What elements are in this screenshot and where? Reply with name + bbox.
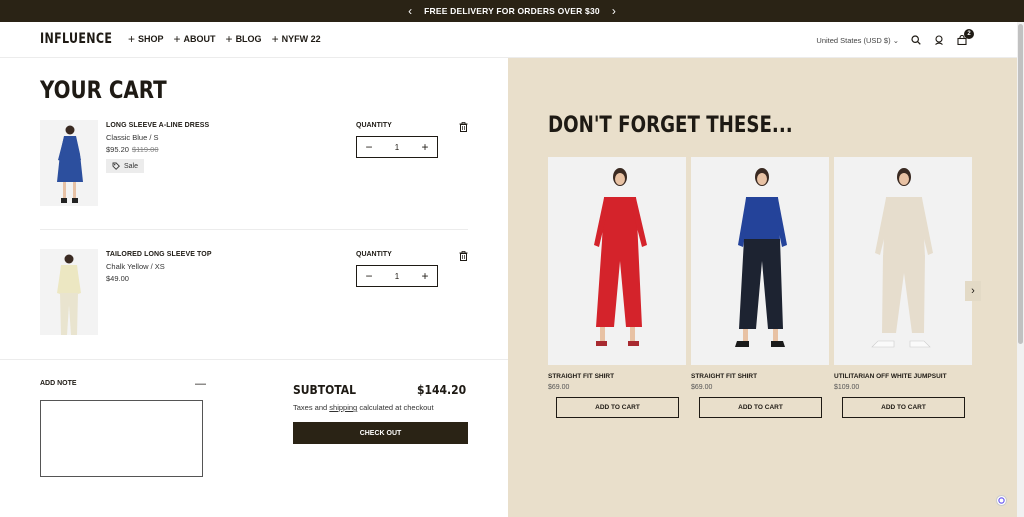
page-title: YOUR CART	[40, 76, 167, 104]
scrollbar[interactable]	[1017, 22, 1024, 517]
product-card: STRAIGHT FIT SHIRT $69.00 ADD TO CART	[548, 157, 686, 418]
cart-icon[interactable]: 2	[956, 29, 974, 46]
plus-icon: +	[225, 32, 233, 46]
tax-note-prefix: Taxes and	[293, 403, 330, 412]
main-nav: + SHOP + ABOUT + BLOG + NYFW 22	[128, 32, 321, 46]
cart-line-item: TAILORED LONG SLEEVE TOP Chalk Yellow / …	[40, 249, 468, 339]
product-price: $69.00	[548, 384, 570, 391]
site-header: INFLUENCE + SHOP + ABOUT + BLOG + NYFW 22 Un…	[0, 22, 1017, 58]
plus-icon: +	[173, 32, 181, 46]
shipping-link[interactable]: shipping	[329, 403, 357, 412]
quantity-label: QUANTITY	[356, 251, 392, 258]
quantity-label: QUANTITY	[356, 122, 392, 129]
logo[interactable]: INFLUENCE	[40, 31, 112, 47]
quantity-stepper: − 1 +	[356, 265, 438, 287]
nav-item-shop[interactable]: + SHOP	[128, 32, 164, 46]
tax-note: Taxes and shipping calculated at checkou…	[293, 403, 434, 412]
product-card: UTILITARIAN OFF WHITE JUMPSUIT $109.00 A…	[834, 157, 972, 418]
chevron-right-icon[interactable]: ›	[965, 281, 981, 301]
trash-icon[interactable]	[459, 122, 468, 132]
product-card: STRAIGHT FIT SHIRT $69.00 ADD TO CART	[691, 157, 829, 418]
currency-label: United States (USD $)	[816, 35, 891, 45]
tax-note-suffix: calculated at checkout	[357, 403, 434, 412]
sale-badge-label: Sale	[124, 162, 139, 170]
plus-icon: +	[271, 32, 279, 46]
currency-selector[interactable]: United States (USD $) ⌄	[816, 36, 899, 45]
add-to-cart-button[interactable]: ADD TO CART	[699, 397, 822, 418]
product-thumbnail[interactable]	[40, 120, 98, 206]
add-note-label: ADD NOTE	[40, 380, 77, 387]
account-icon[interactable]	[933, 34, 945, 46]
sale-badge: Sale	[106, 159, 145, 173]
product-price: $109.00	[834, 384, 860, 391]
cart-line-item: LONG SLEEVE A-LINE DRESS Classic Blue / …	[40, 120, 468, 210]
product-price: $95.20 $119.00	[106, 145, 159, 154]
product-image[interactable]	[548, 157, 686, 365]
order-note-field[interactable]	[40, 400, 203, 477]
announcement-bar: ‹ FREE DELIVERY FOR ORDERS OVER $30 ›	[0, 0, 1024, 22]
add-to-cart-button[interactable]: ADD TO CART	[842, 397, 965, 418]
cart-count-badge: 2	[964, 29, 974, 39]
product-variant: Classic Blue / S	[106, 133, 159, 142]
product-image[interactable]	[834, 157, 972, 365]
add-to-cart-button[interactable]: ADD TO CART	[556, 397, 679, 418]
section-divider	[0, 359, 508, 360]
quantity-stepper: − 1 +	[356, 136, 438, 158]
product-name[interactable]: UTILITARIAN OFF WHITE JUMPSUIT	[834, 373, 972, 380]
chevron-down-icon: ⌄	[892, 35, 899, 45]
nav-item-about[interactable]: + ABOUT	[173, 32, 216, 46]
scrollbar-thumb[interactable]	[1018, 24, 1023, 344]
tag-icon	[112, 162, 120, 170]
nav-label: BLOG	[235, 34, 262, 44]
nav-label: ABOUT	[183, 34, 216, 44]
plus-icon[interactable]: +	[419, 140, 431, 154]
quantity-value[interactable]: 1	[395, 143, 399, 152]
product-name[interactable]: STRAIGHT FIT SHIRT	[691, 373, 829, 380]
product-thumbnail[interactable]	[40, 249, 98, 335]
checkout-button[interactable]: CHECK OUT	[293, 422, 468, 444]
minus-icon[interactable]: −	[363, 269, 375, 283]
product-variant: Chalk Yellow / XS	[106, 262, 165, 271]
product-image[interactable]	[691, 157, 829, 365]
minus-icon[interactable]: −	[363, 140, 375, 154]
chevron-left-icon[interactable]: ‹	[408, 5, 412, 17]
upsell-title: DON'T FORGET THESE...	[548, 113, 793, 138]
nav-item-blog[interactable]: + BLOG	[225, 32, 262, 46]
plus-icon: +	[128, 32, 136, 46]
subtotal-value: $144.20	[417, 383, 467, 397]
product-name[interactable]: LONG SLEEVE A-LINE DRESS	[106, 122, 209, 129]
search-icon[interactable]	[910, 34, 922, 46]
quantity-value[interactable]: 1	[395, 272, 399, 281]
minus-icon[interactable]: —	[195, 378, 206, 390]
announcement-text: FREE DELIVERY FOR ORDERS OVER $30	[424, 6, 600, 16]
product-price: $49.00	[106, 274, 129, 283]
upsell-panel: DON'T FORGET THESE... STRAIGHT FIT SHIRT…	[508, 58, 1017, 517]
header-actions: United States (USD $) ⌄ 2	[816, 29, 974, 46]
product-name[interactable]: STRAIGHT FIT SHIRT	[548, 373, 686, 380]
nav-item-nyfw[interactable]: + NYFW 22	[271, 32, 321, 46]
trash-icon[interactable]	[459, 251, 468, 261]
plus-icon[interactable]: +	[419, 269, 431, 283]
chevron-right-icon[interactable]: ›	[612, 5, 616, 17]
sale-price: $95.20	[106, 145, 129, 154]
product-price: $69.00	[691, 384, 713, 391]
nav-label: SHOP	[138, 34, 164, 44]
product-name[interactable]: TAILORED LONG SLEEVE TOP	[106, 251, 212, 258]
subtotal-label: SUBTOTAL	[293, 383, 356, 397]
nav-label: NYFW 22	[281, 34, 321, 44]
item-divider	[40, 229, 468, 230]
chat-widget-icon[interactable]	[996, 495, 1007, 506]
compare-price: $119.00	[131, 145, 159, 154]
